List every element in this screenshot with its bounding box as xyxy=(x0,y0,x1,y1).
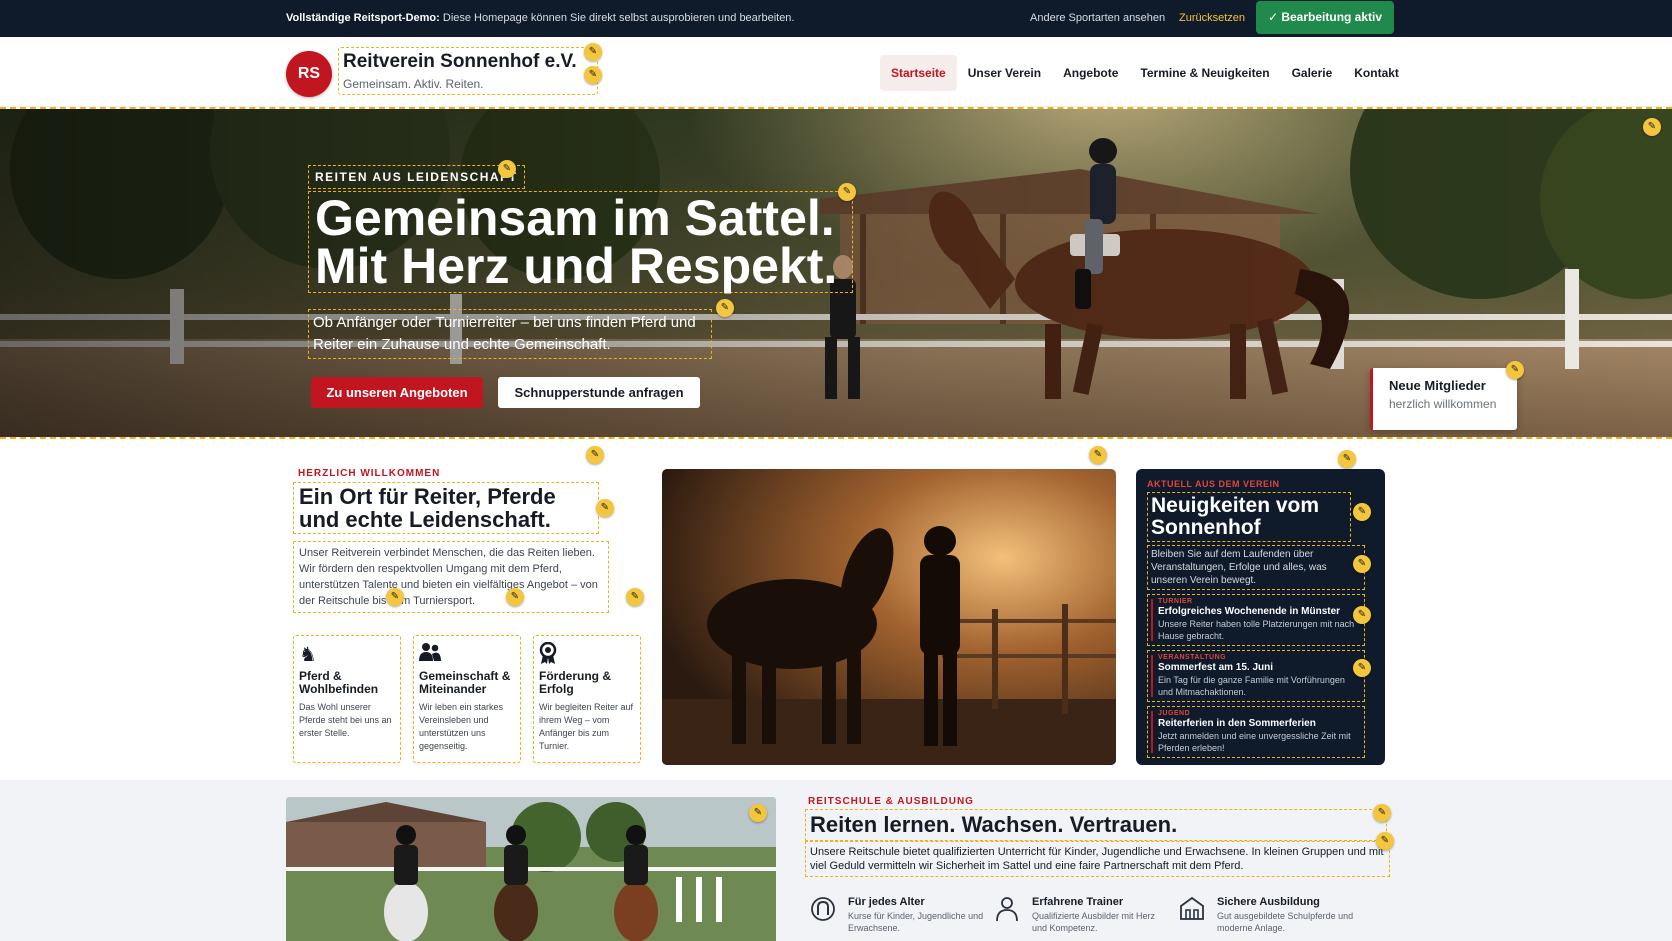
news-item-title: Erfolgreiches Wochenende in Münster xyxy=(1158,606,1341,617)
school-title: Reiten lernen. Wachsen. Vertrauen. xyxy=(805,809,1387,841)
news-item[interactable]: JUGEND Reiterferien in den Sommerferien … xyxy=(1147,706,1365,758)
new-members-title: Neue Mitglieder xyxy=(1389,378,1486,393)
news-item-category: JUGEND xyxy=(1158,710,1191,717)
trial-lesson-button[interactable]: Schnupperstunde anfragen xyxy=(498,377,700,408)
other-sports-link[interactable]: Andere Sportarten ansehen xyxy=(1030,12,1165,24)
brand-block[interactable]: Reitverein Sonnenhof e.V. Gemeinsam. Akt… xyxy=(338,47,598,95)
news-item[interactable]: VERANSTALTUNG Sommerfest am 15. Juni Ein… xyxy=(1147,650,1365,702)
school-feature-title: Für jedes Alter xyxy=(848,896,925,908)
news-item-text: Ein Tag für die ganze Familie mit Vorfüh… xyxy=(1158,675,1345,697)
edit-pencil-icon[interactable]: ✎ xyxy=(506,588,524,606)
edit-pencil-icon[interactable]: ✎ xyxy=(1353,555,1371,573)
news-item-title: Sommerfest am 15. Juni xyxy=(1158,662,1274,673)
horseshoe-icon xyxy=(808,896,838,926)
new-members-badge: Neue Mitglieder herzlich willkommen xyxy=(1370,368,1517,430)
editing-active-button[interactable]: ✓ Bearbeitung aktiv xyxy=(1256,1,1394,34)
edit-pencil-icon[interactable]: ✎ xyxy=(838,183,856,201)
horse-head-icon: ♞ xyxy=(299,644,317,666)
trainer-icon xyxy=(992,896,1022,926)
club-tagline: Gemeinsam. Aktiv. Reiten. xyxy=(343,77,484,91)
school-feature-text: Qualifizierte Ausbilder mit Herz und Kom… xyxy=(1032,911,1156,933)
edit-pencil-icon[interactable]: ✎ xyxy=(1376,832,1394,850)
edit-pencil-icon[interactable]: ✎ xyxy=(584,66,602,84)
edit-pencil-icon[interactable]: ✎ xyxy=(1089,446,1107,464)
edit-pencil-icon[interactable]: ✎ xyxy=(1353,659,1371,677)
news-item-category: TURNIER xyxy=(1158,598,1193,605)
main-nav: Startseite Unser Verein Angebote Termine… xyxy=(880,55,1410,91)
news-panel: AKTUELL AUS DEM VEREIN Neuigkeiten vom S… xyxy=(1136,469,1385,765)
school-eyebrow: REITSCHULE & AUSBILDUNG xyxy=(808,796,974,807)
welcome-title: Ein Ort für Reiter, Pferde und echte Lei… xyxy=(293,482,599,534)
nav-item-angebote[interactable]: Angebote xyxy=(1052,55,1129,91)
reset-link[interactable]: Zurücksetzen xyxy=(1179,12,1245,24)
edit-pencil-icon[interactable]: ✎ xyxy=(596,499,614,517)
feature-text: Wir begleiten Reiter auf ihrem Weg – vom… xyxy=(539,702,634,751)
site-header: RS Reitverein Sonnenhof e.V. Gemeinsam. … xyxy=(0,37,1672,107)
new-members-subtitle: herzlich willkommen xyxy=(1389,397,1497,411)
feature-card: Gemeinschaft & Miteinander Wir leben ein… xyxy=(413,635,521,763)
edit-pencil-icon[interactable]: ✎ xyxy=(1506,361,1524,379)
nav-item-galerie[interactable]: Galerie xyxy=(1281,55,1344,91)
edit-pencil-icon[interactable]: ✎ xyxy=(1643,118,1661,136)
hero-headline-line-1: Gemeinsam im Sattel. xyxy=(315,190,835,246)
feature-title: Gemeinschaft & Miteinander xyxy=(419,669,511,696)
offers-cta-button[interactable]: Zu unseren Angeboten xyxy=(311,377,483,408)
edit-pencil-icon[interactable]: ✎ xyxy=(1373,804,1391,822)
edit-pencil-icon[interactable]: ✎ xyxy=(1353,503,1371,521)
edit-pencil-icon[interactable]: ✎ xyxy=(716,299,734,317)
nav-item-unser-verein[interactable]: Unser Verein xyxy=(957,55,1052,91)
edit-pencil-icon[interactable]: ✎ xyxy=(1338,450,1356,468)
award-icon xyxy=(539,641,635,668)
feature-card: Förderung & Erfolg Wir begleiten Reiter … xyxy=(533,635,641,763)
demo-bar: Vollständige Reitsport-Demo: Diese Homep… xyxy=(0,0,1672,37)
hero-headline: Gemeinsam im Sattel. Mit Herz und Respek… xyxy=(308,191,853,293)
demo-message: Vollständige Reitsport-Demo: Diese Homep… xyxy=(286,12,795,24)
edit-pencil-icon[interactable]: ✎ xyxy=(386,588,404,606)
hero-eyebrow: REITEN AUS LEIDENSCHAFT xyxy=(308,165,525,189)
hero-section: ✎ REITEN AUS LEIDENSCHAFT ✎ Gemeinsam im… xyxy=(0,107,1672,439)
welcome-eyebrow: HERZLICH WILLKOMMEN xyxy=(298,468,441,479)
school-feature-text: Gut ausgebildete Schulpferde und moderne… xyxy=(1217,911,1354,933)
feature-title: Pferd & Wohlbefinden xyxy=(299,669,379,696)
edit-pencil-icon[interactable]: ✎ xyxy=(586,446,604,464)
feature-text: Das Wohl unserer Pferde steht bei uns an… xyxy=(299,702,392,738)
news-item-title: Reiterferien in den Sommerferien xyxy=(1158,718,1316,729)
school-feature-text: Kurse für Kinder, Jugendliche und Erwach… xyxy=(848,911,984,933)
nav-item-kontakt[interactable]: Kontakt xyxy=(1343,55,1410,91)
news-item[interactable]: TURNIER Erfolgreiches Wochenende in Müns… xyxy=(1147,594,1365,646)
riding-school-section: ✎ REITSCHULE & AUSBILDUNG Reiten lernen.… xyxy=(0,780,1672,941)
school-feature-title: Sichere Ausbildung xyxy=(1217,896,1320,908)
news-intro: Bleiben Sie auf dem Laufenden über Veran… xyxy=(1147,545,1365,590)
edit-pencil-icon[interactable]: ✎ xyxy=(584,43,602,61)
edit-pencil-icon[interactable]: ✎ xyxy=(1353,606,1371,624)
feature-text: Wir leben ein starkes Vereinsleben und u… xyxy=(419,702,504,751)
school-text: Unsere Reitschule bietet qualifizierten … xyxy=(805,841,1390,877)
news-item-text: Unsere Reiter haben tolle Platzierungen … xyxy=(1158,619,1355,641)
hero-headline-line-2: Mit Herz und Respekt. xyxy=(315,238,838,294)
edit-pencil-icon[interactable]: ✎ xyxy=(498,160,516,178)
school-feature-title: Erfahrene Trainer xyxy=(1032,896,1124,908)
edit-pencil-icon[interactable]: ✎ xyxy=(626,588,644,606)
news-item-text: Jetzt anmelden und eine unvergessliche Z… xyxy=(1158,731,1351,753)
news-title: Neuigkeiten vom Sonnenhof xyxy=(1147,492,1351,542)
nav-item-startseite[interactable]: Startseite xyxy=(880,55,957,91)
hero-subline: Ob Anfänger oder Turnierreiter – bei uns… xyxy=(308,309,712,359)
news-item-category: VERANSTALTUNG xyxy=(1158,654,1227,661)
club-name: Reitverein Sonnenhof e.V. xyxy=(343,51,577,72)
nav-item-termine[interactable]: Termine & Neuigkeiten xyxy=(1129,55,1280,91)
welcome-section: HERZLICH WILLKOMMEN Ein Ort für Reiter, … xyxy=(0,439,1672,780)
feature-card: ♞ Pferd & Wohlbefinden Das Wohl unserer … xyxy=(293,635,401,763)
girl-with-horse-photo xyxy=(662,469,1116,765)
stable-icon xyxy=(1177,896,1207,926)
edit-pencil-icon[interactable]: ✎ xyxy=(749,804,767,822)
feature-title: Förderung & Erfolg xyxy=(539,669,611,696)
riders-lesson-photo xyxy=(286,797,776,941)
club-logo[interactable]: RS xyxy=(286,51,332,97)
welcome-text: Unser Reitverein verbindet Menschen, die… xyxy=(293,541,609,613)
news-eyebrow: AKTUELL AUS DEM VEREIN xyxy=(1147,479,1280,489)
group-icon xyxy=(419,642,515,668)
